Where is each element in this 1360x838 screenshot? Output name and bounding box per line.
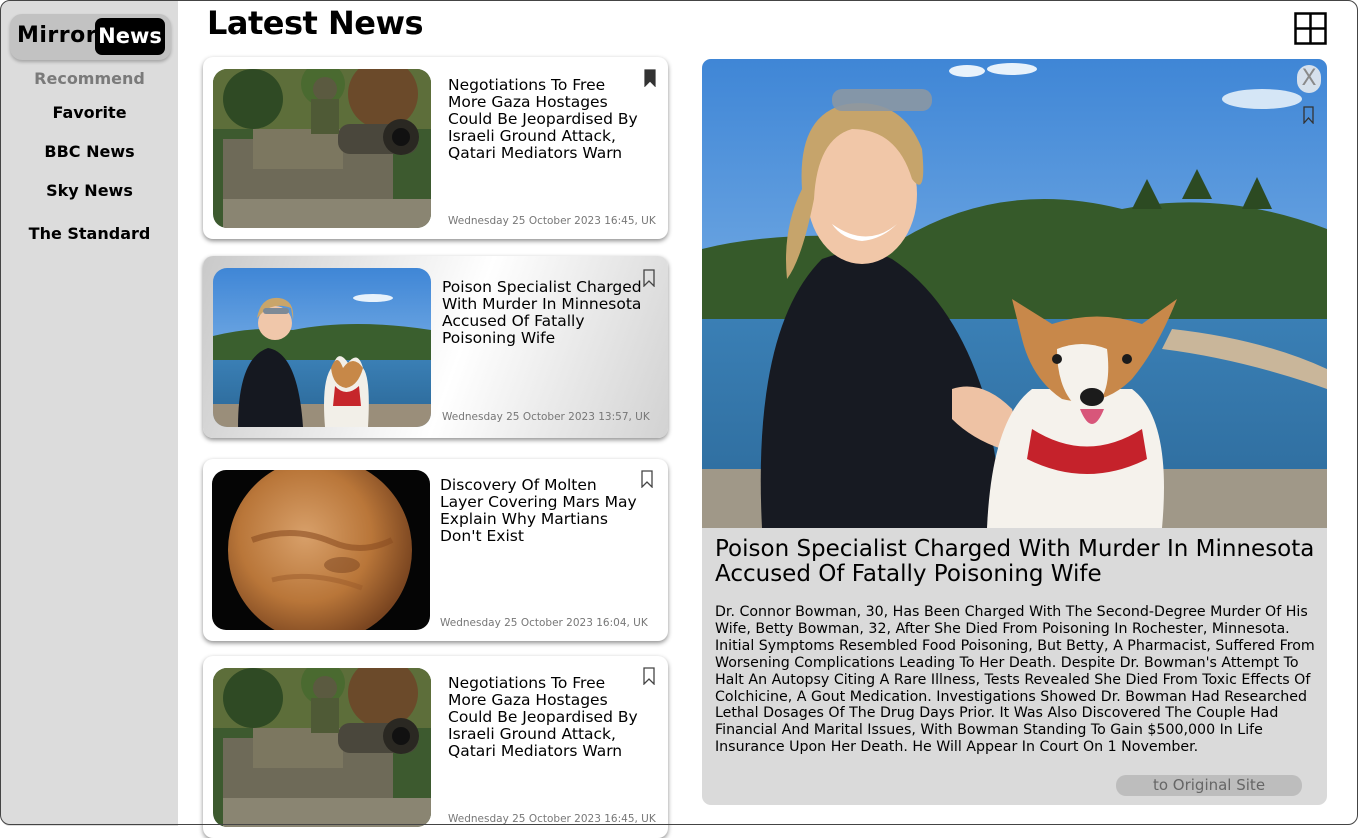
article-title: Poison Specialist Charged With Murder In…	[715, 536, 1315, 587]
news-card[interactable]: Negotiations To Free More Gaza Hostages …	[203, 656, 668, 838]
card-title: Negotiations To Free More Gaza Hostages …	[448, 674, 638, 760]
app-logo[interactable]: Mirror News	[10, 14, 171, 60]
bookmark-icon[interactable]	[643, 269, 655, 287]
card-title: Poison Specialist Charged With Murder In…	[442, 278, 642, 347]
card-title: Discovery Of Molten Layer Covering Mars …	[440, 476, 637, 545]
original-site-button[interactable]: to Original Site	[1116, 775, 1302, 796]
close-button[interactable]: X	[1297, 65, 1321, 93]
grid-icon[interactable]	[1294, 12, 1327, 45]
bookmark-icon[interactable]	[641, 470, 653, 488]
sidebar-item-recommend[interactable]: Recommend	[1, 69, 178, 88]
article-detail-panel: X Poison Specialist Charged With Murder …	[702, 59, 1327, 805]
news-card[interactable]: Discovery Of Molten Layer Covering Mars …	[203, 459, 668, 641]
article-body: Dr. Connor Bowman, 30, Has Been Charged …	[715, 604, 1315, 756]
woman-with-corgi-image	[213, 268, 431, 427]
sidebar-item-the-standard[interactable]: The Standard	[1, 224, 178, 243]
logo-mirror-text: Mirror	[17, 23, 98, 48]
news-card[interactable]: Poison Specialist Charged With Murder In…	[203, 256, 668, 438]
soldier-on-tank-image	[213, 69, 431, 228]
card-date: Wednesday 25 October 2023 16:04, UK	[440, 617, 648, 629]
card-date: Wednesday 25 October 2023 16:45, UK	[448, 215, 656, 227]
sidebar: Mirror News Recommend Favorite BBC News …	[1, 1, 178, 826]
card-title: Negotiations To Free More Gaza Hostages …	[448, 76, 638, 162]
news-card[interactable]: Negotiations To Free More Gaza Hostages …	[203, 57, 668, 239]
bookmark-icon[interactable]	[1303, 106, 1314, 124]
logo-news-text: News	[95, 18, 165, 55]
sidebar-item-sky-news[interactable]: Sky News	[1, 181, 178, 200]
page-title: Latest News	[207, 4, 424, 42]
woman-with-corgi-image	[702, 59, 1327, 528]
bookmark-filled-icon[interactable]	[644, 69, 656, 87]
card-date: Wednesday 25 October 2023 13:57, UK	[442, 411, 650, 423]
planet-mars-image	[212, 470, 430, 630]
bookmark-icon[interactable]	[643, 667, 655, 685]
soldier-on-tank-image	[213, 668, 431, 827]
sidebar-item-bbc-news[interactable]: BBC News	[1, 142, 178, 161]
card-date: Wednesday 25 October 2023 16:45, UK	[448, 813, 656, 825]
sidebar-item-favorite[interactable]: Favorite	[1, 103, 178, 122]
